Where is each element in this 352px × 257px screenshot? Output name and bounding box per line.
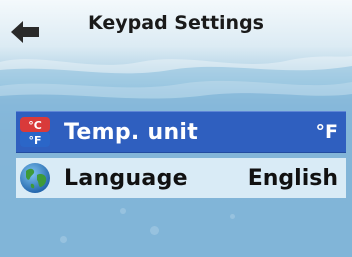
temperature-unit-icon: °C °F <box>18 115 52 149</box>
page-title: Keypad Settings <box>88 12 264 34</box>
temp-unit-value: °F <box>315 121 338 143</box>
setting-row-temp-unit[interactable]: °C °F Temp. unit °F <box>16 111 346 153</box>
bubble <box>120 208 126 214</box>
setting-row-language[interactable]: Language English <box>16 158 346 198</box>
globe-icon <box>18 161 52 195</box>
bubble <box>60 236 67 243</box>
temp-unit-label: Temp. unit <box>64 119 199 145</box>
language-label: Language <box>64 165 188 191</box>
bubble <box>230 214 235 219</box>
fahrenheit-label: °F <box>28 134 41 147</box>
language-value: English <box>247 165 338 191</box>
celsius-label: °C <box>28 119 42 132</box>
bubble <box>150 226 159 235</box>
keypad-settings-screen: Keypad Settings °C °F Temp. unit °F Lang… <box>0 0 352 257</box>
